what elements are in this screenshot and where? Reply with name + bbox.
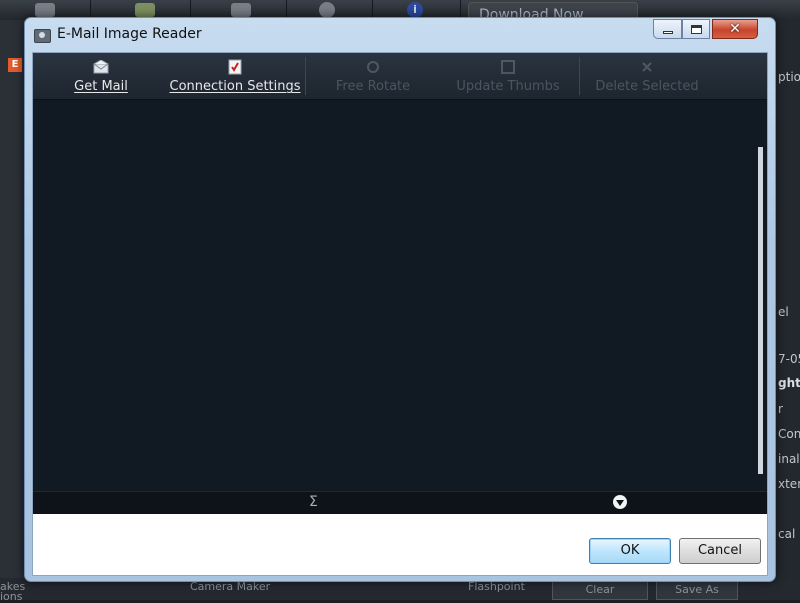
bg-save-as-button[interactable]: Save As: [656, 580, 738, 600]
bg-right-text: cal: [778, 527, 796, 541]
delete-x-icon: [639, 59, 655, 74]
photos-icon: [231, 3, 251, 17]
info-icon: i: [407, 2, 423, 18]
maximize-icon: [690, 24, 702, 34]
app-e-icon: E: [8, 58, 22, 72]
maximize-button[interactable]: [682, 19, 710, 39]
update-thumbs-button[interactable]: Update Thumbs: [453, 53, 563, 99]
settings-document-icon: [227, 59, 243, 74]
bg-right-text: xten: [778, 477, 800, 491]
bg-clear-button[interactable]: Clear: [552, 580, 648, 600]
background-left-panel: E: [0, 20, 27, 600]
rotate-icon: [365, 59, 381, 74]
camera-icon: [35, 3, 55, 17]
minimize-button[interactable]: [653, 19, 682, 39]
toolbar-separator: [579, 57, 580, 95]
get-mail-label: Get Mail: [74, 79, 128, 94]
window-title: E-Mail Image Reader: [57, 26, 202, 42]
thumbs-icon: [500, 59, 516, 74]
status-bar: Σ: [33, 491, 767, 514]
free-rotate-button[interactable]: Free Rotate: [333, 53, 413, 99]
bg-right-text: ptio: [778, 70, 800, 84]
mail-icon: [93, 59, 109, 74]
email-image-reader-dialog: E-Mail Image Reader ✕ Get Mail Connectio…: [24, 17, 776, 582]
image-list-area[interactable]: [33, 100, 767, 491]
get-mail-button[interactable]: Get Mail: [71, 53, 131, 99]
background-scrollbar[interactable]: [758, 147, 763, 474]
expand-down-icon[interactable]: [613, 495, 627, 509]
cancel-button[interactable]: Cancel: [679, 538, 761, 564]
bg-bottom-text: ions: [0, 590, 23, 603]
ok-button[interactable]: OK: [589, 538, 671, 564]
bg-right-text: r: [778, 402, 783, 416]
close-button[interactable]: ✕: [712, 19, 758, 39]
connection-settings-button[interactable]: Connection Settings: [170, 53, 301, 99]
sum-icon: Σ: [309, 494, 318, 510]
delete-selected-button[interactable]: Delete Selected: [595, 53, 699, 99]
bg-right-text: inal: [778, 452, 800, 466]
dialog-client-area: Get Mail Connection Settings Free Rotate: [32, 52, 768, 576]
dialog-toolbar: Get Mail Connection Settings Free Rotate: [33, 53, 767, 100]
connection-settings-label: Connection Settings: [169, 79, 301, 94]
close-icon: ✕: [729, 21, 741, 37]
at-icon: [319, 2, 335, 18]
delete-selected-label: Delete Selected: [595, 79, 699, 94]
update-thumbs-label: Update Thumbs: [456, 79, 560, 94]
bg-right-text: el: [778, 305, 789, 319]
bg-right-text: Con: [778, 427, 800, 441]
toolbar-separator: [305, 57, 306, 95]
free-rotate-label: Free Rotate: [335, 79, 411, 94]
bg-right-text: 7-05: [778, 352, 800, 366]
minimize-icon: [662, 30, 673, 34]
window-app-icon: [34, 29, 51, 43]
edit-icon: [135, 3, 155, 17]
bg-right-text: ght: [778, 376, 800, 390]
title-bar[interactable]: E-Mail Image Reader ✕: [25, 18, 775, 52]
